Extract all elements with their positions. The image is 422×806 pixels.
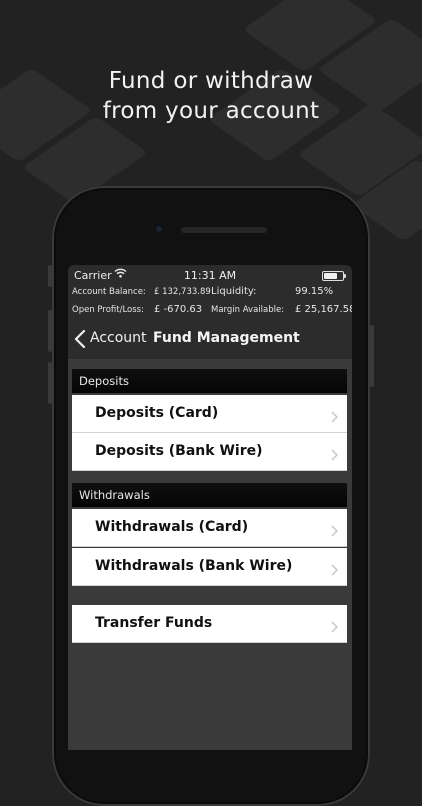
list-item-label: Transfer Funds <box>95 615 213 631</box>
balance-label: Account Balance: <box>72 287 146 297</box>
list-item-label: Withdrawals (Card) <box>95 519 249 535</box>
app-screen: Carrier 11:31 AM Account Balance: £ 132,… <box>68 265 352 750</box>
margin-value: £ 25,167.58 <box>295 304 352 315</box>
margin-label: Margin Available: <box>211 305 285 315</box>
earpiece-speaker <box>181 227 267 233</box>
back-chevron-icon[interactable] <box>74 329 86 352</box>
headline-line-1: Fund or withdraw <box>108 68 314 94</box>
status-bar: Carrier 11:31 AM <box>68 265 352 285</box>
list-item-label: Withdrawals (Bank Wire) <box>95 558 293 574</box>
phone-power-button <box>370 325 374 387</box>
headline-line-2: from your account <box>102 98 320 124</box>
list-item-label: Deposits (Bank Wire) <box>95 443 263 459</box>
list-item-withdrawals-card[interactable]: Withdrawals (Card) <box>72 509 347 547</box>
liquidity-label: Liquidity: <box>211 286 257 297</box>
chevron-right-icon <box>331 446 339 465</box>
chevron-right-icon <box>331 408 339 427</box>
list-item-transfer-funds[interactable]: Transfer Funds <box>72 605 347 643</box>
open-pl-label: Open Profit/Loss: <box>72 305 144 315</box>
list-item-label: Deposits (Card) <box>95 405 219 421</box>
list-item-deposits-card[interactable]: Deposits (Card) <box>72 395 347 433</box>
account-summary: Account Balance: £ 132,733.89 Liquidity:… <box>68 285 352 319</box>
section-header-deposits: Deposits <box>72 369 347 393</box>
phone-volume-up <box>48 310 52 352</box>
phone-volume-down <box>48 362 52 404</box>
status-time: 11:31 AM <box>183 269 237 282</box>
battery-icon <box>322 271 346 281</box>
front-camera <box>154 224 164 234</box>
chevron-right-icon <box>331 618 339 637</box>
marketing-headline: Fund or withdraw from your account <box>0 66 422 126</box>
back-button[interactable]: Account <box>90 330 147 346</box>
page-title: Fund Management <box>153 330 300 346</box>
balance-value: £ 132,733.89 <box>154 287 211 297</box>
phone-mute-switch <box>48 265 52 287</box>
navigation-bar: Account Fund Management <box>68 319 352 359</box>
chevron-right-icon <box>331 561 339 580</box>
list-item-withdrawals-bank-wire[interactable]: Withdrawals (Bank Wire) <box>72 548 347 586</box>
chevron-right-icon <box>331 522 339 541</box>
section-header-withdrawals: Withdrawals <box>72 483 347 507</box>
open-pl-value: £ -670.63 <box>154 304 203 315</box>
list-item-deposits-bank-wire[interactable]: Deposits (Bank Wire) <box>72 433 347 471</box>
liquidity-value: 99.15% <box>295 286 334 297</box>
